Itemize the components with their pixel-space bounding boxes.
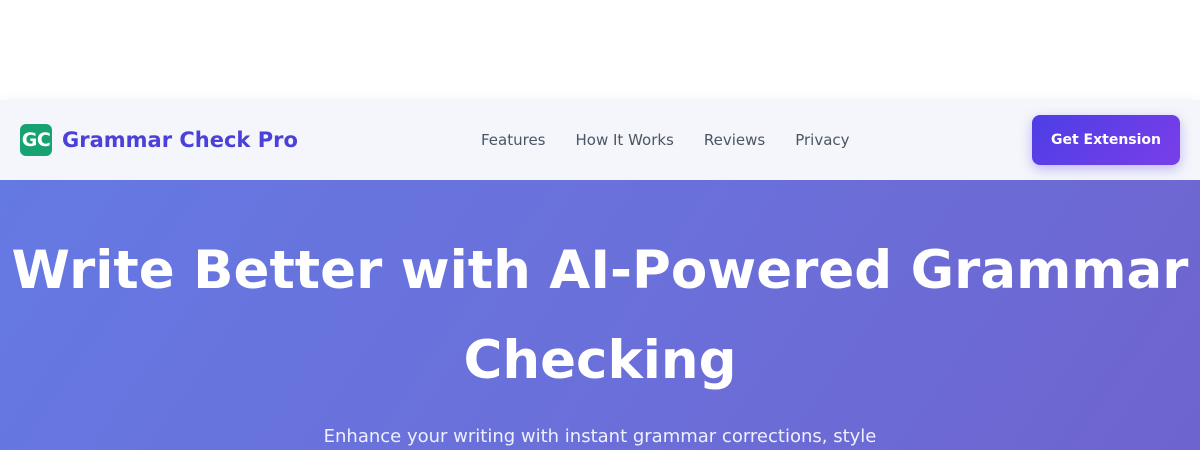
brand-name: Grammar Check Pro — [62, 128, 298, 152]
brand[interactable]: GC Grammar Check Pro — [20, 124, 298, 156]
hero-section: Write Better with AI-Powered Grammar Che… — [0, 180, 1200, 450]
hero-title: Write Better with AI-Powered Grammar Che… — [11, 240, 1189, 391]
page-top-whitespace — [0, 0, 1200, 100]
nav-link-privacy[interactable]: Privacy — [795, 131, 849, 149]
get-extension-button[interactable]: Get Extension — [1032, 115, 1180, 165]
navbar: GC Grammar Check Pro Features How It Wor… — [0, 100, 1200, 180]
nav-link-features[interactable]: Features — [481, 131, 546, 149]
hero-subtitle: Enhance your writing with instant gramma… — [323, 426, 877, 447]
nav-link-how-it-works[interactable]: How It Works — [576, 131, 674, 149]
logo-icon: GC — [20, 124, 52, 156]
nav-links: Features How It Works Reviews Privacy — [481, 100, 880, 180]
nav-link-reviews[interactable]: Reviews — [704, 131, 765, 149]
